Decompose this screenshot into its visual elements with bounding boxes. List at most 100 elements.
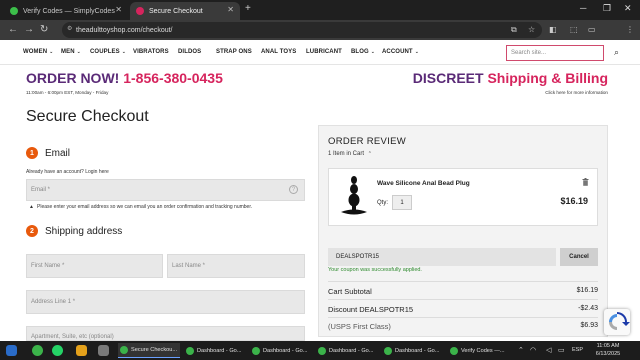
help-icon[interactable]: ? [289, 185, 298, 194]
restore-icon[interactable]: ❐ [603, 3, 611, 14]
minimize-icon[interactable]: ─ [580, 3, 586, 13]
taskbar-item-label: Verify Codes —... [461, 347, 505, 354]
clock-date: 6/13/2025 [595, 350, 621, 357]
taskbar-item-dashboard[interactable]: Dashboard - Go... [250, 343, 312, 358]
nav-men[interactable]: MEN ⌄ [61, 49, 81, 55]
nav-blog[interactable]: BLOG ⌄ [351, 49, 375, 55]
url-text: theadulttoyshop.com/checkout/ [76, 26, 173, 34]
forward-icon[interactable]: → [24, 24, 34, 35]
chrome-icon[interactable] [32, 345, 43, 356]
tab-label: Secure Checkout [149, 7, 203, 15]
site-favicon [136, 7, 144, 15]
tab-secure-checkout[interactable]: Secure Checkout ✕ [130, 2, 240, 20]
chevron-up-icon: ⌃ [367, 151, 372, 157]
folder-icon[interactable] [76, 345, 87, 356]
close-window-icon[interactable]: ✕ [624, 3, 632, 14]
language-indicator[interactable]: ESP [572, 347, 583, 353]
start-icon[interactable] [6, 345, 17, 356]
clock-time: 11:05 AM [596, 343, 620, 349]
back-icon[interactable]: ← [8, 24, 18, 35]
tab-simplycodes[interactable]: Verify Codes — SimplyCodes ✕ [4, 2, 128, 20]
volume-icon[interactable]: ◁ [546, 346, 551, 354]
address-line-2-field[interactable]: Apartment, Suite, etc (optional) [26, 326, 305, 341]
order-review-title: ORDER REVIEW [328, 136, 407, 147]
nav-dildos[interactable]: DILDOS [178, 49, 201, 55]
extensions-puzzle-icon[interactable]: ⬚ [570, 25, 578, 34]
nav-label: ANAL TOYS [261, 49, 297, 55]
coupon-success-message: Your coupon was successfully applied. [328, 267, 422, 273]
nav-label: DILDOS [178, 49, 202, 55]
email-field[interactable]: Email * [26, 179, 305, 201]
discreet-text: DISCREET [412, 70, 484, 86]
nav-label: STRAP ONS [216, 49, 252, 55]
nav-label: MEN [61, 49, 75, 55]
taskbar-item-dashboard[interactable]: Dashboard - Go... [184, 343, 246, 358]
product-image[interactable] [339, 175, 369, 217]
trash-icon[interactable] [582, 178, 589, 186]
quantity-input[interactable]: 1 [392, 195, 412, 210]
chrome-icon [252, 346, 260, 355]
product-name[interactable]: Wave Silicone Anal Bead Plug [377, 180, 470, 187]
taskbar-item-dashboard[interactable]: Dashboard - Go... [382, 343, 444, 358]
coupon-input[interactable]: DEALSPOTR15 [328, 248, 556, 266]
tab-label: Verify Codes — SimplyCodes [23, 7, 115, 15]
sidebar-icon[interactable]: ▭ [588, 25, 596, 34]
reload-icon[interactable]: ↻ [40, 24, 48, 35]
menu-kebab-icon[interactable]: ⋮ [626, 25, 634, 34]
extension-icon[interactable]: ◧ [549, 25, 557, 34]
taskbar-item-dashboard[interactable]: Dashboard - Go... [316, 343, 378, 358]
close-icon[interactable]: ✕ [115, 5, 122, 14]
nav-anal-toys[interactable]: ANAL TOYS [261, 49, 296, 55]
cart-subtotal-value: $16.19 [576, 287, 598, 294]
product-price: $16.19 [560, 196, 588, 206]
new-tab-button[interactable]: + [245, 3, 251, 14]
business-hours: 11:00am - 6:00pm EST, Monday - Friday [26, 90, 109, 95]
taskbar-clock[interactable]: 11:05 AM 6/13/2025 [588, 343, 628, 358]
divider [328, 299, 598, 300]
taskbar-item-label: Dashboard - Go... [263, 347, 308, 354]
phone-link[interactable]: 1-856-380-0435 [123, 70, 223, 86]
login-link[interactable]: Already have an account? Login here [26, 169, 109, 175]
chevron-down-icon: ⌄ [414, 49, 419, 55]
email-section-title: Email [45, 148, 71, 159]
browser-toolbar: ← → ↻ ⚙ theadulttoyshop.com/checkout/ ⧉ … [0, 20, 640, 54]
nav-women[interactable]: WOMEN ⌄ [23, 49, 53, 55]
cancel-coupon-button[interactable]: Cancel [560, 248, 598, 266]
discreet-banner[interactable]: DISCREET Shipping & Billing [413, 70, 608, 86]
step-number-badge: 1 [26, 147, 38, 159]
shipping-section-title: Shipping address [45, 226, 123, 237]
url-bar[interactable]: ⚙ theadulttoyshop.com/checkout/ [62, 22, 542, 38]
last-name-field[interactable]: Last Name * [167, 254, 305, 278]
wifi-icon[interactable]: ◠ [530, 346, 536, 354]
recaptcha-badge[interactable] [604, 309, 630, 335]
nav-label: WOMEN [23, 49, 48, 55]
order-now-text: ORDER NOW! [26, 70, 120, 86]
shipping-billing-text: Shipping & Billing [487, 70, 608, 86]
nav-strap-ons[interactable]: STRAP ONS [216, 49, 252, 55]
nav-account[interactable]: ACCOUNT ⌄ [382, 49, 419, 55]
discount-value: -$2.43 [578, 305, 598, 312]
translate-icon[interactable]: ⧉ [511, 25, 517, 35]
site-info-icon[interactable]: ⚙ [67, 25, 72, 32]
nav-vibrators[interactable]: VIBRATORS [133, 49, 169, 55]
whatsapp-icon[interactable] [52, 345, 63, 356]
tray-chevron-icon[interactable]: ⌃ [518, 346, 524, 354]
step-number-badge: 2 [26, 225, 38, 237]
first-name-field[interactable]: First Name * [26, 254, 163, 278]
browser-tab-strip: Verify Codes — SimplyCodes ✕ Secure Chec… [0, 0, 640, 20]
bookmark-star-icon[interactable]: ☆ [528, 25, 535, 34]
close-icon[interactable]: ✕ [227, 5, 234, 14]
search-input[interactable]: Search site... [506, 45, 604, 61]
shipping-value: $6.93 [580, 322, 598, 329]
nav-couples[interactable]: COUPLES ⌄ [90, 49, 126, 55]
battery-icon[interactable]: ▭ [558, 346, 565, 354]
taskbar-item-label: Dashboard - Go... [197, 347, 242, 354]
more-info-link[interactable]: Click here for more information [545, 90, 608, 95]
address-line-1-field[interactable]: Address Line 1 * [26, 290, 305, 314]
taskbar-item-verify-codes[interactable]: Verify Codes —... [448, 343, 510, 358]
app-icon[interactable] [98, 345, 109, 356]
nav-lubricant[interactable]: LUBRICANT [306, 49, 342, 55]
search-icon[interactable]: ⌕ [614, 47, 619, 58]
taskbar-item-secure-checkout[interactable]: Secure Checkou... [118, 343, 180, 358]
items-in-cart-toggle[interactable]: 1 Item in Cart ⌃ [328, 151, 372, 157]
